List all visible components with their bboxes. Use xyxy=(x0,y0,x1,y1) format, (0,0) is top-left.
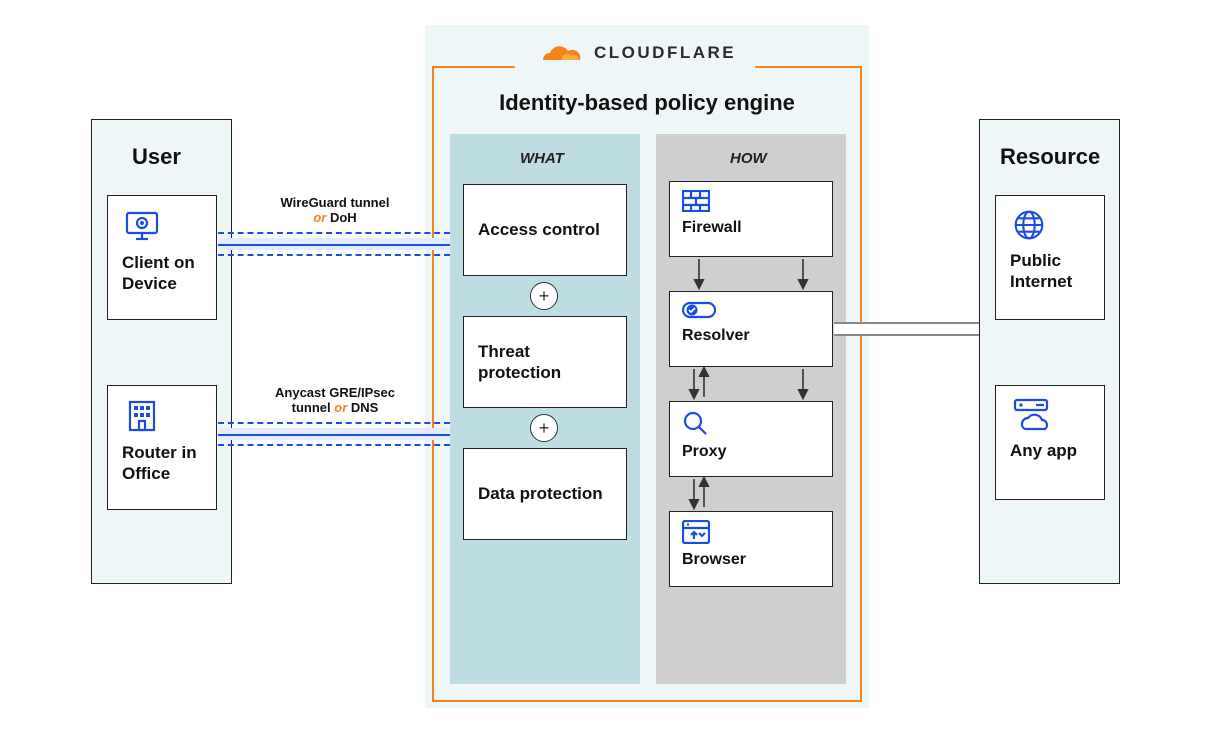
gre-label: Anycast GRE/IPsec tunnel or DNS xyxy=(260,385,410,415)
what-header: WHAT xyxy=(520,150,564,167)
user-title: User xyxy=(132,144,181,170)
wireguard-label: WireGuard tunnel or DoH xyxy=(260,195,410,225)
engine-to-resource-connector xyxy=(834,322,979,336)
firewall-card: Firewall xyxy=(669,181,833,257)
internet-label: Public Internet xyxy=(1010,250,1090,293)
cloudflare-logo-tab: CLOUDFLARE xyxy=(510,30,760,76)
app-label: Any app xyxy=(1010,440,1090,461)
threat-protection-label: Threat protection xyxy=(478,341,612,384)
how-arrows xyxy=(669,257,833,517)
router-in-office-card: Router in Office xyxy=(107,385,217,510)
gre-tunnel xyxy=(218,422,450,446)
router-label: Router in Office xyxy=(122,442,202,485)
threat-protection-card: Threat protection xyxy=(463,316,627,408)
wireguard-tunnel xyxy=(218,232,450,256)
resource-title: Resource xyxy=(1000,144,1100,170)
browser-card: Browser xyxy=(669,511,833,587)
browser-label: Browser xyxy=(682,550,820,570)
plus-icon-2: + xyxy=(530,414,558,442)
cloudflare-cloud-icon xyxy=(534,40,584,66)
user-panel xyxy=(91,119,232,584)
globe-icon xyxy=(1010,206,1090,244)
data-protection-card: Data protection xyxy=(463,448,627,540)
cloud-server-icon xyxy=(1010,396,1090,434)
firewall-label: Firewall xyxy=(682,218,820,238)
data-protection-label: Data protection xyxy=(478,483,612,504)
firewall-icon xyxy=(682,190,820,212)
access-control-card: Access control xyxy=(463,184,627,276)
client-label: Client on Device xyxy=(122,252,202,295)
plus-icon-1: + xyxy=(530,282,558,310)
client-on-device-card: Client on Device xyxy=(107,195,217,320)
monitor-icon xyxy=(122,206,202,246)
office-building-icon xyxy=(122,396,202,436)
browser-window-icon xyxy=(682,520,820,544)
any-app-card: Any app xyxy=(995,385,1105,500)
public-internet-card: Public Internet xyxy=(995,195,1105,320)
resource-panel xyxy=(979,119,1120,584)
access-control-label: Access control xyxy=(478,219,612,240)
engine-title: Identity-based policy engine xyxy=(432,90,862,116)
how-header: HOW xyxy=(730,150,767,167)
cloudflare-brand-text: CLOUDFLARE xyxy=(594,43,736,63)
